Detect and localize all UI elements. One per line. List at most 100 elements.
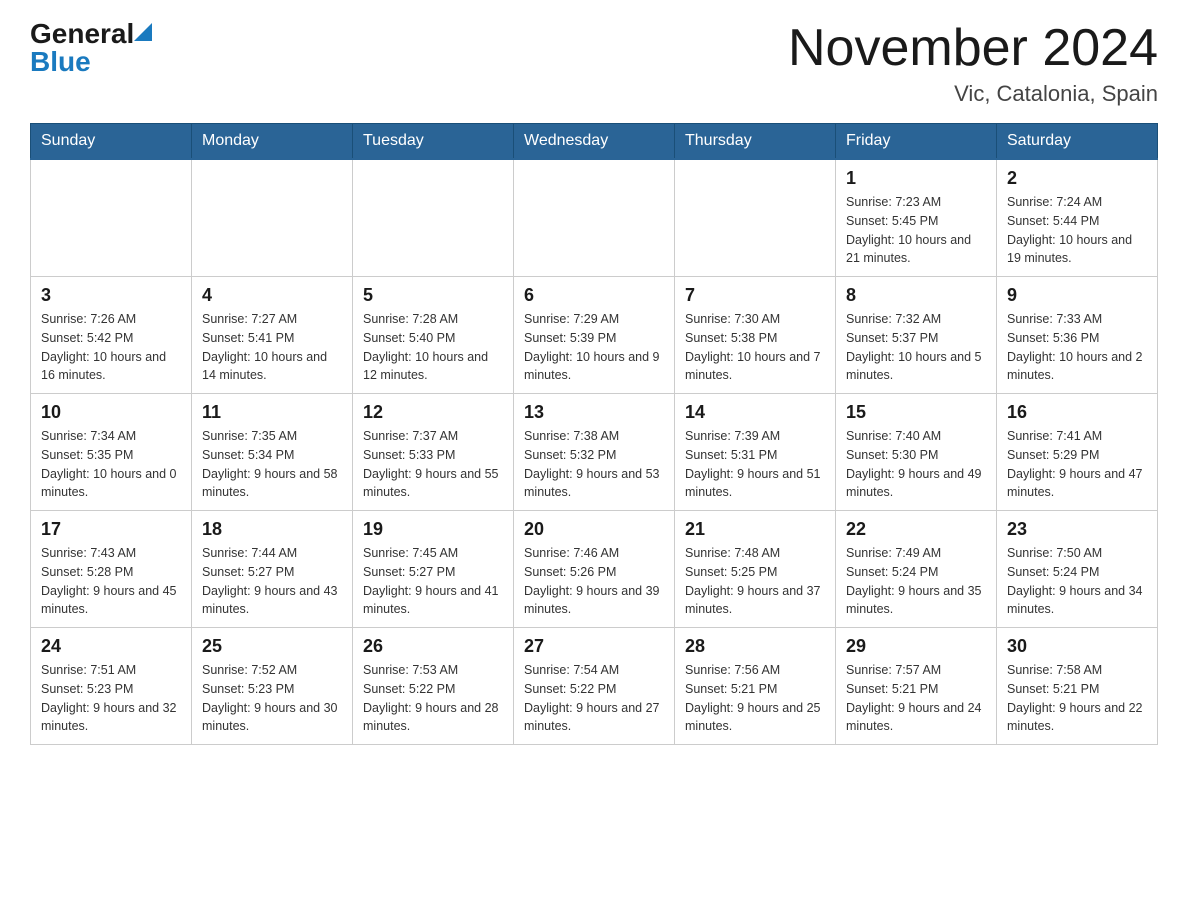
calendar-cell: 24 Sunrise: 7:51 AM Sunset: 5:23 PM Dayli… — [31, 628, 192, 745]
weekday-header-friday: Friday — [836, 124, 997, 160]
calendar-cell: 19 Sunrise: 7:45 AM Sunset: 5:27 PM Dayli… — [353, 511, 514, 628]
day-info: Sunrise: 7:56 AM Sunset: 5:21 PM Dayligh… — [685, 661, 825, 736]
logo-arrow-icon — [134, 23, 152, 41]
day-number: 9 — [1007, 285, 1147, 306]
day-info: Sunrise: 7:51 AM Sunset: 5:23 PM Dayligh… — [41, 661, 181, 736]
logo: General Blue — [30, 20, 152, 76]
day-info: Sunrise: 7:28 AM Sunset: 5:40 PM Dayligh… — [363, 310, 503, 385]
day-number: 2 — [1007, 168, 1147, 189]
day-number: 23 — [1007, 519, 1147, 540]
calendar-table: SundayMondayTuesdayWednesdayThursdayFrid… — [30, 123, 1158, 745]
day-number: 15 — [846, 402, 986, 423]
day-number: 8 — [846, 285, 986, 306]
calendar-cell: 30 Sunrise: 7:58 AM Sunset: 5:21 PM Dayli… — [997, 628, 1158, 745]
calendar-week-row: 10 Sunrise: 7:34 AM Sunset: 5:35 PM Dayli… — [31, 394, 1158, 511]
day-info: Sunrise: 7:41 AM Sunset: 5:29 PM Dayligh… — [1007, 427, 1147, 502]
logo-general-text: General — [30, 20, 134, 48]
calendar-cell: 12 Sunrise: 7:37 AM Sunset: 5:33 PM Dayli… — [353, 394, 514, 511]
day-info: Sunrise: 7:40 AM Sunset: 5:30 PM Dayligh… — [846, 427, 986, 502]
day-number: 5 — [363, 285, 503, 306]
calendar-cell — [514, 159, 675, 277]
calendar-cell: 26 Sunrise: 7:53 AM Sunset: 5:22 PM Dayli… — [353, 628, 514, 745]
calendar-cell: 2 Sunrise: 7:24 AM Sunset: 5:44 PM Daylig… — [997, 159, 1158, 277]
day-info: Sunrise: 7:33 AM Sunset: 5:36 PM Dayligh… — [1007, 310, 1147, 385]
day-info: Sunrise: 7:50 AM Sunset: 5:24 PM Dayligh… — [1007, 544, 1147, 619]
page-header: General Blue November 2024 Vic, Cataloni… — [30, 20, 1158, 107]
day-number: 25 — [202, 636, 342, 657]
day-info: Sunrise: 7:27 AM Sunset: 5:41 PM Dayligh… — [202, 310, 342, 385]
day-info: Sunrise: 7:54 AM Sunset: 5:22 PM Dayligh… — [524, 661, 664, 736]
day-number: 12 — [363, 402, 503, 423]
day-number: 26 — [363, 636, 503, 657]
day-number: 29 — [846, 636, 986, 657]
calendar-cell: 15 Sunrise: 7:40 AM Sunset: 5:30 PM Dayli… — [836, 394, 997, 511]
day-info: Sunrise: 7:57 AM Sunset: 5:21 PM Dayligh… — [846, 661, 986, 736]
day-number: 10 — [41, 402, 181, 423]
calendar-cell — [31, 159, 192, 277]
day-info: Sunrise: 7:37 AM Sunset: 5:33 PM Dayligh… — [363, 427, 503, 502]
calendar-cell: 16 Sunrise: 7:41 AM Sunset: 5:29 PM Dayli… — [997, 394, 1158, 511]
weekday-header-sunday: Sunday — [31, 124, 192, 160]
calendar-cell — [192, 159, 353, 277]
day-info: Sunrise: 7:49 AM Sunset: 5:24 PM Dayligh… — [846, 544, 986, 619]
day-number: 19 — [363, 519, 503, 540]
calendar-cell: 23 Sunrise: 7:50 AM Sunset: 5:24 PM Dayli… — [997, 511, 1158, 628]
day-info: Sunrise: 7:26 AM Sunset: 5:42 PM Dayligh… — [41, 310, 181, 385]
day-info: Sunrise: 7:34 AM Sunset: 5:35 PM Dayligh… — [41, 427, 181, 502]
day-number: 30 — [1007, 636, 1147, 657]
calendar-cell: 4 Sunrise: 7:27 AM Sunset: 5:41 PM Daylig… — [192, 277, 353, 394]
calendar-cell: 28Sunrise: 7:56 AM Sunset: 5:21 PM Dayli… — [675, 628, 836, 745]
day-info: Sunrise: 7:38 AM Sunset: 5:32 PM Dayligh… — [524, 427, 664, 502]
weekday-header-thursday: Thursday — [675, 124, 836, 160]
calendar-week-row: 17Sunrise: 7:43 AM Sunset: 5:28 PM Dayli… — [31, 511, 1158, 628]
calendar-cell: 3 Sunrise: 7:26 AM Sunset: 5:42 PM Daylig… — [31, 277, 192, 394]
day-number: 22 — [846, 519, 986, 540]
day-number: 4 — [202, 285, 342, 306]
title-block: November 2024 Vic, Catalonia, Spain — [788, 20, 1158, 107]
day-info: Sunrise: 7:53 AM Sunset: 5:22 PM Dayligh… — [363, 661, 503, 736]
day-number: 27 — [524, 636, 664, 657]
day-info: Sunrise: 7:30 AM Sunset: 5:38 PM Dayligh… — [685, 310, 825, 385]
weekday-header-monday: Monday — [192, 124, 353, 160]
calendar-week-row: 1 Sunrise: 7:23 AM Sunset: 5:45 PM Daylig… — [31, 159, 1158, 277]
day-info: Sunrise: 7:52 AM Sunset: 5:23 PM Dayligh… — [202, 661, 342, 736]
day-info: Sunrise: 7:35 AM Sunset: 5:34 PM Dayligh… — [202, 427, 342, 502]
day-number: 17 — [41, 519, 181, 540]
weekday-header-saturday: Saturday — [997, 124, 1158, 160]
day-info: Sunrise: 7:39 AM Sunset: 5:31 PM Dayligh… — [685, 427, 825, 502]
calendar-cell: 1 Sunrise: 7:23 AM Sunset: 5:45 PM Daylig… — [836, 159, 997, 277]
calendar-cell: 8Sunrise: 7:32 AM Sunset: 5:37 PM Daylig… — [836, 277, 997, 394]
day-info: Sunrise: 7:58 AM Sunset: 5:21 PM Dayligh… — [1007, 661, 1147, 736]
calendar-cell: 20 Sunrise: 7:46 AM Sunset: 5:26 PM Dayli… — [514, 511, 675, 628]
day-number: 6 — [524, 285, 664, 306]
day-info: Sunrise: 7:23 AM Sunset: 5:45 PM Dayligh… — [846, 193, 986, 268]
day-info: Sunrise: 7:24 AM Sunset: 5:44 PM Dayligh… — [1007, 193, 1147, 268]
calendar-cell: 9 Sunrise: 7:33 AM Sunset: 5:36 PM Daylig… — [997, 277, 1158, 394]
day-info: Sunrise: 7:46 AM Sunset: 5:26 PM Dayligh… — [524, 544, 664, 619]
day-number: 20 — [524, 519, 664, 540]
calendar-cell: 18 Sunrise: 7:44 AM Sunset: 5:27 PM Dayli… — [192, 511, 353, 628]
day-info: Sunrise: 7:45 AM Sunset: 5:27 PM Dayligh… — [363, 544, 503, 619]
calendar-cell: 5 Sunrise: 7:28 AM Sunset: 5:40 PM Daylig… — [353, 277, 514, 394]
calendar-cell: 27 Sunrise: 7:54 AM Sunset: 5:22 PM Dayli… — [514, 628, 675, 745]
day-number: 1 — [846, 168, 986, 189]
weekday-header-tuesday: Tuesday — [353, 124, 514, 160]
calendar-cell: 6Sunrise: 7:29 AM Sunset: 5:39 PM Daylig… — [514, 277, 675, 394]
location-title: Vic, Catalonia, Spain — [788, 81, 1158, 107]
day-info: Sunrise: 7:48 AM Sunset: 5:25 PM Dayligh… — [685, 544, 825, 619]
day-info: Sunrise: 7:44 AM Sunset: 5:27 PM Dayligh… — [202, 544, 342, 619]
calendar-cell: 11Sunrise: 7:35 AM Sunset: 5:34 PM Dayli… — [192, 394, 353, 511]
day-number: 21 — [685, 519, 825, 540]
calendar-cell: 13Sunrise: 7:38 AM Sunset: 5:32 PM Dayli… — [514, 394, 675, 511]
month-title: November 2024 — [788, 20, 1158, 77]
weekday-header-row: SundayMondayTuesdayWednesdayThursdayFrid… — [31, 124, 1158, 160]
day-number: 16 — [1007, 402, 1147, 423]
day-number: 24 — [41, 636, 181, 657]
day-number: 14 — [685, 402, 825, 423]
calendar-cell — [353, 159, 514, 277]
calendar-cell: 10 Sunrise: 7:34 AM Sunset: 5:35 PM Dayli… — [31, 394, 192, 511]
calendar-week-row: 3 Sunrise: 7:26 AM Sunset: 5:42 PM Daylig… — [31, 277, 1158, 394]
calendar-cell: 22 Sunrise: 7:49 AM Sunset: 5:24 PM Dayli… — [836, 511, 997, 628]
day-number: 3 — [41, 285, 181, 306]
day-number: 18 — [202, 519, 342, 540]
